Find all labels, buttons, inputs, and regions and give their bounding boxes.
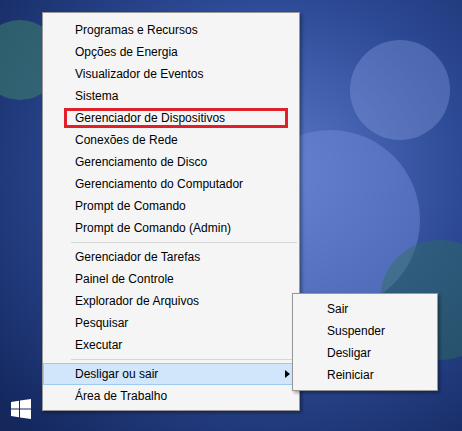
- menu-item[interactable]: Prompt de Comando: [43, 195, 299, 217]
- menu-item[interactable]: Programas e Recursos: [43, 19, 299, 41]
- start-button[interactable]: [11, 399, 31, 419]
- menu-item[interactable]: Desligar ou sair: [43, 363, 299, 385]
- submenu-item[interactable]: Sair: [293, 298, 437, 320]
- menu-separator: [71, 242, 297, 243]
- context-menu: Programas e Recursos Opções de Energia V…: [42, 12, 300, 411]
- menu-item[interactable]: Explorador de Arquivos: [43, 290, 299, 312]
- menu-item[interactable]: Gerenciamento de Disco: [43, 151, 299, 173]
- menu-item[interactable]: Conexões de Rede: [43, 129, 299, 151]
- windows-logo-icon: [11, 399, 31, 419]
- menu-item[interactable]: Gerenciador de Tarefas: [43, 246, 299, 268]
- menu-item[interactable]: Área de Trabalho: [43, 385, 299, 407]
- submenu: SairSuspenderDesligarReiniciar: [292, 293, 438, 391]
- menu-item[interactable]: Executar: [43, 334, 299, 356]
- menu-item[interactable]: Prompt de Comando (Admin): [43, 217, 299, 239]
- menu-item[interactable]: Opções de Energia: [43, 41, 299, 63]
- menu-item[interactable]: Sistema: [43, 85, 299, 107]
- menu-item[interactable]: Gerenciamento do Computador: [43, 173, 299, 195]
- submenu-item[interactable]: Reiniciar: [293, 364, 437, 386]
- highlight-box: [64, 108, 288, 128]
- menu-item[interactable]: Pesquisar: [43, 312, 299, 334]
- submenu-item[interactable]: Suspender: [293, 320, 437, 342]
- submenu-arrow-icon: [285, 370, 290, 378]
- menu-item[interactable]: Visualizador de Eventos: [43, 63, 299, 85]
- menu-item[interactable]: Gerenciador de Dispositivos: [43, 107, 299, 129]
- menu-separator: [71, 359, 297, 360]
- desktop: Programas e Recursos Opções de Energia V…: [0, 0, 462, 431]
- menu-item[interactable]: Painel de Controle: [43, 268, 299, 290]
- submenu-item[interactable]: Desligar: [293, 342, 437, 364]
